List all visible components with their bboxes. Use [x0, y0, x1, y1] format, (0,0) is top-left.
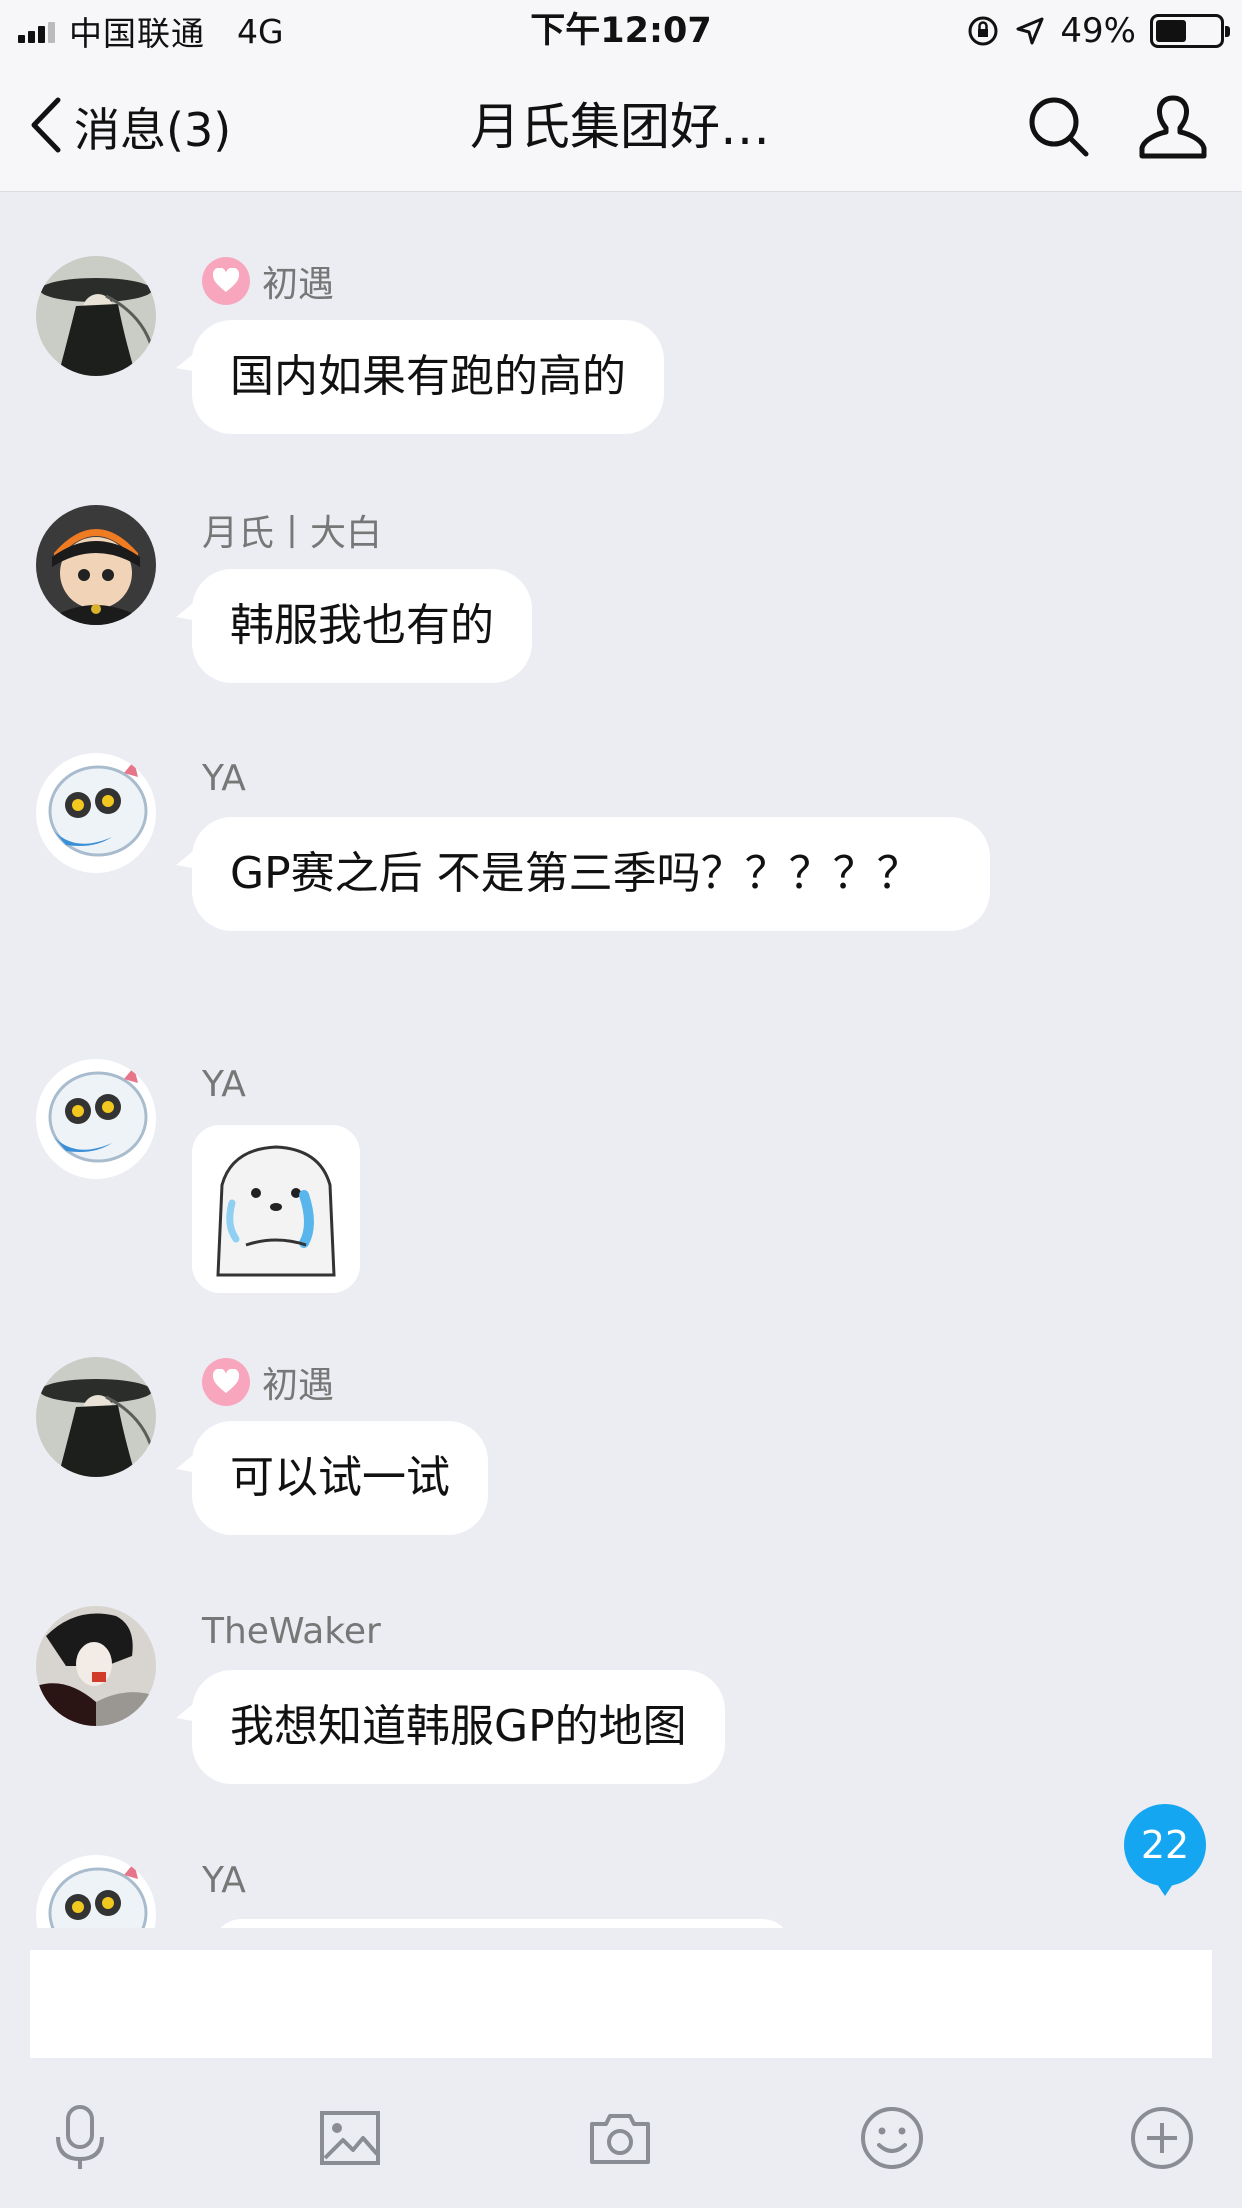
emoji-icon: [861, 2107, 923, 2169]
sender-name: YA: [202, 757, 246, 799]
message-bubble[interactable]: [212, 1919, 792, 1928]
avatar[interactable]: [36, 1059, 156, 1179]
back-label: 消息(3): [74, 103, 232, 157]
message-bubble[interactable]: 可以试一试: [192, 1421, 488, 1535]
back-button[interactable]: 消息(3): [28, 92, 231, 162]
location-arrow-icon: [1014, 15, 1046, 47]
message-bubble[interactable]: 国内如果有跑的高的: [192, 320, 664, 434]
heart-badge-icon: [202, 1358, 250, 1406]
status-bar: 中国联通 4G 下午12:07 49%: [0, 0, 1242, 64]
plus-icon: [1131, 2107, 1193, 2169]
nav-bar: 消息(3) 月氏集团好…: [0, 64, 1242, 192]
avatar[interactable]: [36, 505, 156, 625]
input-bar: [0, 1928, 1242, 2208]
battery-percent: 49%: [1060, 11, 1136, 51]
sender-name: TheWaker: [202, 1610, 381, 1652]
avatar[interactable]: [36, 1606, 156, 1726]
search-button[interactable]: [1026, 94, 1092, 160]
chat-title: 月氏集团好…: [470, 98, 770, 156]
chat-screen: 中国联通 4G 下午12:07 49% 消息(3) 月氏集团好… 初遇 国内如果…: [0, 0, 1242, 2208]
avatar[interactable]: [36, 1357, 156, 1477]
message-list[interactable]: 初遇 国内如果有跑的高的 月氏丨大白 韩服我也有的 YA GP赛之后 不是第三季…: [0, 193, 1242, 1928]
more-button[interactable]: [1122, 2098, 1202, 2178]
message-bubble[interactable]: 韩服我也有的: [192, 569, 532, 683]
hamster-sticker[interactable]: [192, 1125, 360, 1293]
input-toolbar: [0, 2098, 1242, 2198]
heart-badge-icon: [202, 257, 250, 305]
avatar[interactable]: [36, 256, 156, 376]
camera-button[interactable]: [580, 2098, 660, 2178]
emoji-button[interactable]: [852, 2098, 932, 2178]
voice-button[interactable]: [40, 2098, 120, 2178]
message-input[interactable]: [30, 1950, 1212, 2058]
microphone-icon: [56, 2105, 104, 2169]
message-bubble[interactable]: GP赛之后 不是第三季吗？？？？？: [192, 817, 990, 931]
image-icon: [320, 2111, 380, 2165]
person-icon: [1139, 95, 1207, 159]
avatar[interactable]: [36, 1855, 156, 1928]
unread-count-badge[interactable]: 22: [1124, 1804, 1206, 1896]
sender-name: 初遇: [262, 1365, 335, 1406]
sender-name: YA: [202, 1063, 246, 1105]
avatar[interactable]: [36, 753, 156, 873]
chevron-left-icon: [28, 96, 62, 158]
image-button[interactable]: [310, 2098, 390, 2178]
camera-icon: [590, 2114, 650, 2164]
sender-name: 初遇: [262, 264, 335, 305]
search-icon: [1029, 97, 1089, 157]
rotation-lock-icon: [966, 14, 1000, 48]
sender-name: YA: [202, 1859, 246, 1901]
message-bubble[interactable]: 我想知道韩服GP的地图: [192, 1670, 725, 1784]
sender-name: 月氏丨大白: [202, 513, 383, 554]
group-profile-button[interactable]: [1138, 92, 1208, 162]
battery-icon: [1150, 14, 1230, 48]
